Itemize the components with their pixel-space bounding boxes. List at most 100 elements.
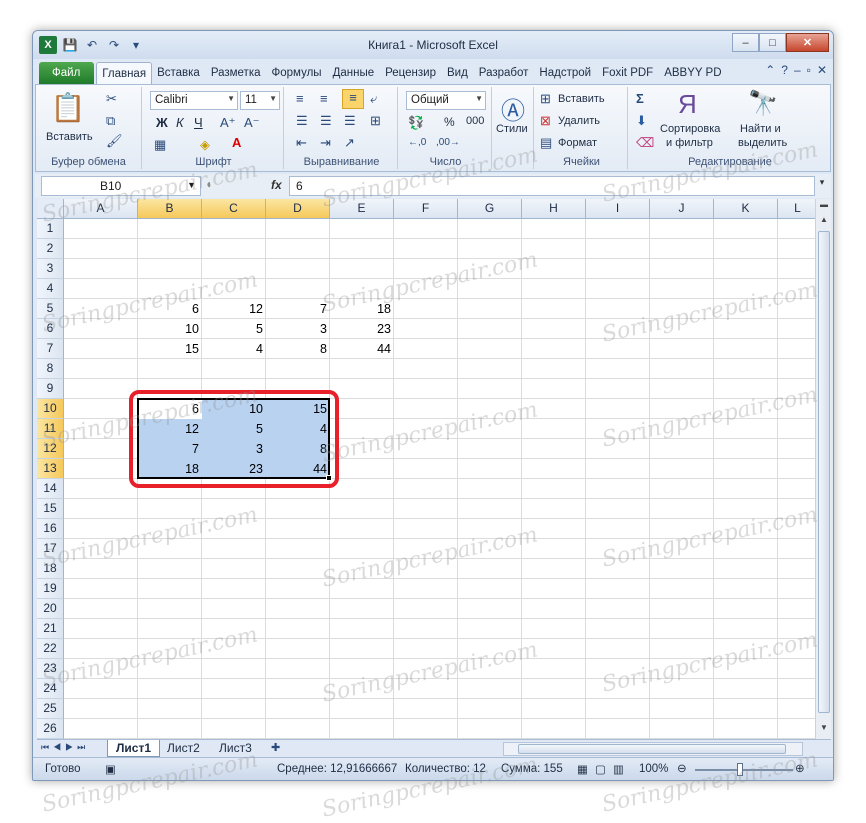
copy-icon[interactable]: ⧉ — [106, 113, 115, 129]
row-header-10[interactable]: 10 — [37, 399, 64, 419]
thousands-button[interactable]: 000 — [466, 115, 484, 127]
cell-d6[interactable]: 3 — [266, 319, 330, 339]
row-header-22[interactable]: 22 — [37, 639, 64, 659]
row-header-4[interactable]: 4 — [37, 279, 64, 299]
row-header-25[interactable]: 25 — [37, 699, 64, 719]
macro-record-icon[interactable]: ▣ — [105, 762, 116, 776]
tab-view[interactable]: Вид — [442, 62, 474, 84]
row-header-2[interactable]: 2 — [37, 239, 64, 259]
merge-center-icon[interactable]: ⊞ — [370, 113, 381, 129]
minimize-button[interactable]: – — [732, 33, 759, 52]
help-icon[interactable]: ? — [781, 63, 788, 77]
delete-cells-button[interactable]: Удалить — [558, 115, 600, 127]
cell-b5[interactable]: 6 — [138, 299, 202, 319]
horizontal-scroll-thumb[interactable] — [518, 744, 786, 754]
sort-filter-icon[interactable]: Я — [678, 89, 697, 120]
fx-icon[interactable]: fx — [271, 178, 282, 192]
sort-filter-label[interactable]: Сортировка — [660, 123, 720, 135]
row-header-18[interactable]: 18 — [37, 559, 64, 579]
shrink-font-icon[interactable]: A⁻ — [244, 115, 260, 131]
find-select-label2[interactable]: выделить — [738, 137, 787, 149]
row-header-7[interactable]: 7 — [37, 339, 64, 359]
align-right-icon[interactable]: ☰ — [344, 113, 356, 129]
name-box[interactable]: B10 ▼ — [41, 176, 201, 196]
column-header-g[interactable]: G — [458, 199, 522, 219]
row-header-21[interactable]: 21 — [37, 619, 64, 639]
cell-b7[interactable]: 15 — [138, 339, 202, 359]
currency-icon[interactable]: 💱 — [408, 115, 424, 131]
decrease-decimal-icon[interactable]: ,00→ — [436, 137, 460, 148]
horizontal-scrollbar[interactable] — [503, 742, 803, 756]
align-top-icon[interactable]: ≡ — [296, 91, 304, 106]
orientation-icon[interactable]: ↗ — [344, 135, 355, 151]
zoom-in-icon[interactable]: ⊕ — [795, 761, 805, 775]
formula-bar-resize-icon[interactable]: ◖ — [205, 177, 212, 191]
cell-c6[interactable]: 5 — [202, 319, 266, 339]
row-header-26[interactable]: 26 — [37, 719, 64, 739]
column-header-h[interactable]: H — [522, 199, 586, 219]
align-middle-icon[interactable]: ≡ — [320, 91, 328, 106]
normal-view-icon[interactable]: ▦ — [577, 762, 588, 776]
cell-e7[interactable]: 44 — [330, 339, 394, 359]
sheet-nav-icons[interactable]: ⏮◀▶⏭ — [41, 742, 89, 753]
italic-button[interactable]: К — [176, 115, 184, 130]
align-left-icon[interactable]: ☰ — [296, 113, 308, 129]
fill-color-icon[interactable]: ◈ — [200, 137, 210, 153]
decrease-indent-icon[interactable]: ⇤ — [296, 135, 307, 151]
row-header-17[interactable]: 17 — [37, 539, 64, 559]
row-header-1[interactable]: 1 — [37, 219, 64, 239]
zoom-slider[interactable] — [695, 769, 793, 771]
expand-formula-bar-icon[interactable]: ▾ — [815, 177, 829, 195]
wrap-text-icon[interactable]: ⤶ — [370, 91, 377, 107]
row-header-24[interactable]: 24 — [37, 679, 64, 699]
close-button[interactable]: ✕ — [786, 33, 829, 52]
row-header-6[interactable]: 6 — [37, 319, 64, 339]
row-header-14[interactable]: 14 — [37, 479, 64, 499]
ribbon-minimize-icon[interactable]: ⌃ — [765, 63, 775, 77]
cell-d7[interactable]: 8 — [266, 339, 330, 359]
row-header-12[interactable]: 12 — [37, 439, 64, 459]
tab-insert[interactable]: Вставка — [152, 62, 206, 84]
row-header-11[interactable]: 11 — [37, 419, 64, 439]
tab-file[interactable]: Файл — [39, 62, 95, 84]
tab-review[interactable]: Рецензир — [380, 62, 442, 84]
cell-b6[interactable]: 10 — [138, 319, 202, 339]
scroll-down-icon[interactable]: ▼ — [817, 723, 831, 737]
cell-c5[interactable]: 12 — [202, 299, 266, 319]
zoom-slider-knob[interactable] — [737, 763, 743, 776]
column-header-l[interactable]: L — [778, 199, 815, 219]
sheet-tab-1[interactable]: Лист1 — [107, 740, 161, 757]
number-format-combo[interactable]: Общий ▼ — [406, 91, 486, 110]
insert-sheet-icon[interactable]: ✚ — [271, 741, 280, 754]
tab-developer[interactable]: Разработ — [474, 62, 535, 84]
split-handle-icon[interactable]: ▬ — [817, 200, 831, 214]
increase-decimal-icon[interactable]: ←,0 — [408, 137, 426, 148]
doc-minimize-icon[interactable]: – — [794, 63, 801, 77]
cell-d5[interactable]: 7 — [266, 299, 330, 319]
column-header-e[interactable]: E — [330, 199, 394, 219]
tab-addins[interactable]: Надстрой — [534, 62, 597, 84]
styles-button[interactable]: Стили — [496, 123, 528, 135]
align-center-icon[interactable]: ☰ — [320, 113, 332, 129]
column-header-a[interactable]: A — [64, 199, 138, 219]
zoom-out-icon[interactable]: ⊖ — [677, 761, 687, 775]
binoculars-icon[interactable]: 🔭 — [748, 89, 778, 118]
percent-button[interactable]: % — [444, 115, 455, 129]
vertical-scroll-thumb[interactable] — [818, 231, 830, 713]
zoom-level[interactable]: 100% — [639, 763, 668, 775]
format-cells-button[interactable]: Формат — [558, 137, 597, 149]
tab-abbyy[interactable]: ABBYY PD — [659, 62, 727, 84]
insert-cells-button[interactable]: Вставить — [558, 93, 605, 105]
tab-foxit[interactable]: Foxit PDF — [597, 62, 659, 84]
tab-home[interactable]: Главная — [96, 62, 153, 84]
doc-close-icon[interactable]: ✕ — [817, 63, 827, 77]
format-painter-icon[interactable]: 🖌 — [106, 133, 123, 149]
cut-icon[interactable]: ✂ — [106, 91, 117, 107]
find-select-label[interactable]: Найти и — [740, 123, 781, 135]
row-header-23[interactable]: 23 — [37, 659, 64, 679]
row-header-19[interactable]: 19 — [37, 579, 64, 599]
cell-e5[interactable]: 18 — [330, 299, 394, 319]
maximize-button[interactable]: □ — [759, 33, 786, 52]
formula-input[interactable]: 6 — [289, 176, 815, 196]
scroll-up-icon[interactable]: ▲ — [817, 215, 831, 229]
